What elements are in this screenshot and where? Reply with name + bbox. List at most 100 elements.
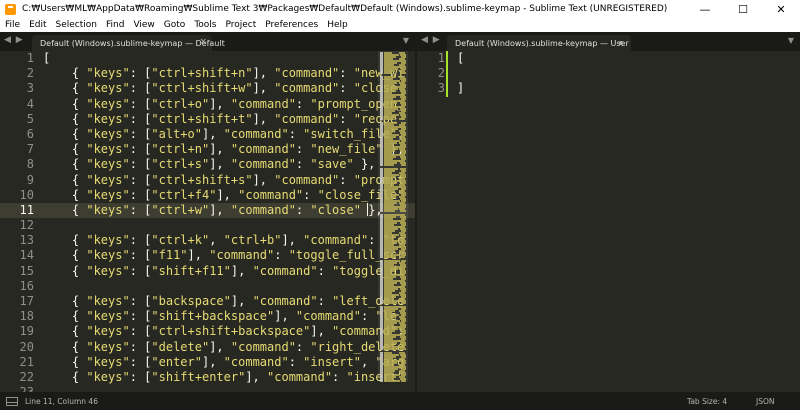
line-number[interactable]: 3 [0, 81, 34, 96]
punctuation-token: : [ [129, 263, 152, 278]
code-line[interactable]: { "keys": ["ctrl+shift+w"], "command": "… [43, 81, 404, 96]
tab-user-keymap[interactable]: Default (Windows).sublime-keymap — User [447, 35, 631, 51]
line-number[interactable]: 5 [0, 112, 34, 127]
tab-default-keymap[interactable]: Default (Windows).sublime-keymap — Defau… [32, 35, 225, 51]
line-number-gutter[interactable]: 123456789101112131415161718192021222324 [0, 51, 34, 392]
code-line[interactable]: { "keys": ["shift+f11"], "command": "tog… [43, 264, 404, 279]
line-number[interactable]: 16 [0, 279, 34, 294]
string-token: "command" [209, 248, 275, 263]
code-line[interactable]: ] [457, 81, 464, 96]
line-number[interactable]: 18 [0, 309, 34, 324]
minimize-button[interactable]: — [686, 0, 724, 18]
menu-selection[interactable]: Selection [51, 20, 101, 30]
right-tab-bar: ◀ ▶ Default (Windows).sublime-keymap — U… [417, 32, 800, 51]
line-number[interactable]: 2 [0, 66, 34, 81]
menu-project[interactable]: Project [220, 20, 260, 30]
line-number-gutter[interactable]: 123 [417, 51, 445, 97]
code-line[interactable]: { "keys": ["ctrl+shift+t"], "command": "… [43, 112, 404, 127]
menu-help[interactable]: Help [322, 20, 352, 30]
line-number[interactable]: 20 [0, 340, 34, 355]
code-line[interactable]: { "keys": ["backspace"], "command": "lef… [43, 294, 404, 309]
menu-file[interactable]: File [0, 20, 24, 30]
code-line[interactable]: { "keys": ["ctrl+shift+n"], "command": "… [43, 66, 404, 81]
menu-preferences[interactable]: Preferences [260, 20, 322, 30]
minimap-line [380, 380, 383, 382]
punctuation-token: : [288, 354, 304, 369]
code-line[interactable]: { "keys": ["ctrl+k", "ctrl+b"], "command… [43, 233, 404, 248]
line-number[interactable]: 2 [417, 66, 445, 81]
line-number[interactable]: 1 [0, 51, 34, 66]
unsaved-dot-icon[interactable] [619, 41, 623, 45]
line-number[interactable]: 7 [0, 142, 34, 157]
line-number[interactable]: 12 [0, 218, 34, 233]
close-tab-icon[interactable]: × [199, 37, 207, 47]
menu-goto[interactable]: Goto [159, 20, 190, 30]
string-token: "keys" [86, 111, 130, 126]
code-line[interactable] [43, 279, 404, 294]
line-number[interactable]: 9 [0, 173, 34, 188]
line-number[interactable]: 13 [0, 233, 34, 248]
code-line[interactable]: { "keys": ["ctrl+f4"], "command": "close… [43, 188, 404, 203]
line-number[interactable]: 11 [0, 203, 34, 218]
menu-find[interactable]: Find [101, 20, 128, 30]
punctuation-token: : [339, 111, 354, 126]
line-number[interactable]: 19 [0, 324, 34, 339]
line-number[interactable]: 22 [0, 370, 34, 385]
code-line[interactable]: { "keys": ["ctrl+n"], "command": "new_fi… [43, 142, 404, 157]
code-line[interactable]: { "keys": ["shift+backspace"], "command"… [43, 309, 404, 324]
string-token: "shift+f11" [151, 263, 231, 278]
string-token: "ctrl+shift+backspace" [151, 324, 311, 339]
code-line[interactable]: { "keys": ["ctrl+shift+s"], "command": "… [43, 173, 404, 188]
tab-scroll-arrows-icon[interactable]: ◀ ▶ [4, 35, 24, 45]
code-line[interactable]: { "keys": ["alt+o"], "command": "switch_… [43, 127, 404, 142]
code-line[interactable]: [ [43, 51, 404, 66]
code-line[interactable]: { "keys": ["ctrl+shift+backspace"], "com… [43, 324, 404, 339]
string-token: "command" [230, 339, 296, 354]
punctuation-token: : [ [129, 339, 152, 354]
punctuation-token: : [ [129, 172, 152, 187]
line-number[interactable]: 17 [0, 294, 34, 309]
punctuation-token: : [317, 294, 333, 308]
punctuation-token: ], [201, 126, 224, 141]
line-number[interactable]: 1 [417, 51, 445, 66]
tab-size-selector[interactable]: Tab Size: 4 [687, 397, 727, 406]
code-line[interactable]: { "keys": ["enter"], "command": "insert"… [43, 355, 404, 370]
code-line[interactable]: { "keys": ["f11"], "command": "toggle_fu… [43, 248, 404, 263]
tab-list-dropdown-icon[interactable]: ▼ [403, 36, 409, 45]
punctuation-token: : [ [129, 248, 152, 263]
maximize-button[interactable]: ☐ [724, 0, 762, 18]
line-number[interactable]: 3 [417, 81, 445, 96]
right-editor[interactable]: 123 [] [417, 51, 800, 392]
tab-scroll-arrows-icon[interactable]: ◀ ▶ [421, 35, 441, 45]
line-number[interactable]: 6 [0, 127, 34, 142]
menu-edit[interactable]: Edit [24, 20, 50, 30]
tab-list-dropdown-icon[interactable]: ▼ [788, 36, 794, 45]
line-number[interactable]: 14 [0, 248, 34, 263]
status-bar: Line 11, Column 46 Tab Size: 4 JSON [0, 392, 800, 410]
code-line[interactable]: { "keys": ["shift+enter"], "command": "i… [43, 370, 404, 385]
left-editor[interactable]: 123456789101112131415161718192021222324 … [0, 51, 415, 392]
line-number[interactable]: 21 [0, 355, 34, 370]
panel-toggle-icon[interactable] [6, 396, 18, 406]
code-line[interactable] [457, 66, 464, 81]
line-number[interactable]: 15 [0, 264, 34, 279]
code-line[interactable]: [ [457, 51, 464, 66]
punctuation-token: { [43, 81, 87, 96]
code-area[interactable]: [] [457, 51, 464, 97]
code-line[interactable]: { "keys": ["delete"], "command": "right_… [43, 340, 404, 355]
line-number[interactable]: 23 [0, 385, 34, 392]
close-window-button[interactable]: ✕ [762, 0, 800, 18]
code-line[interactable]: { "keys": ["ctrl+o"], "command": "prompt… [43, 97, 404, 112]
line-number[interactable]: 4 [0, 97, 34, 112]
code-line[interactable]: { "keys": ["ctrl+w"], "command": "close"… [43, 202, 404, 218]
code-line[interactable] [43, 218, 404, 233]
minimap[interactable] [378, 51, 408, 392]
code-line[interactable]: { "keys": ["ctrl+s"], "command": "save" … [43, 157, 404, 172]
line-number[interactable]: 10 [0, 188, 34, 203]
code-area[interactable]: [ { "keys": ["ctrl+shift+n"], "command":… [43, 51, 404, 392]
line-number[interactable]: 8 [0, 157, 34, 172]
menu-tools[interactable]: Tools [189, 20, 220, 30]
code-line[interactable] [43, 385, 404, 392]
syntax-selector[interactable]: JSON [756, 397, 775, 406]
menu-view[interactable]: View [128, 20, 158, 30]
